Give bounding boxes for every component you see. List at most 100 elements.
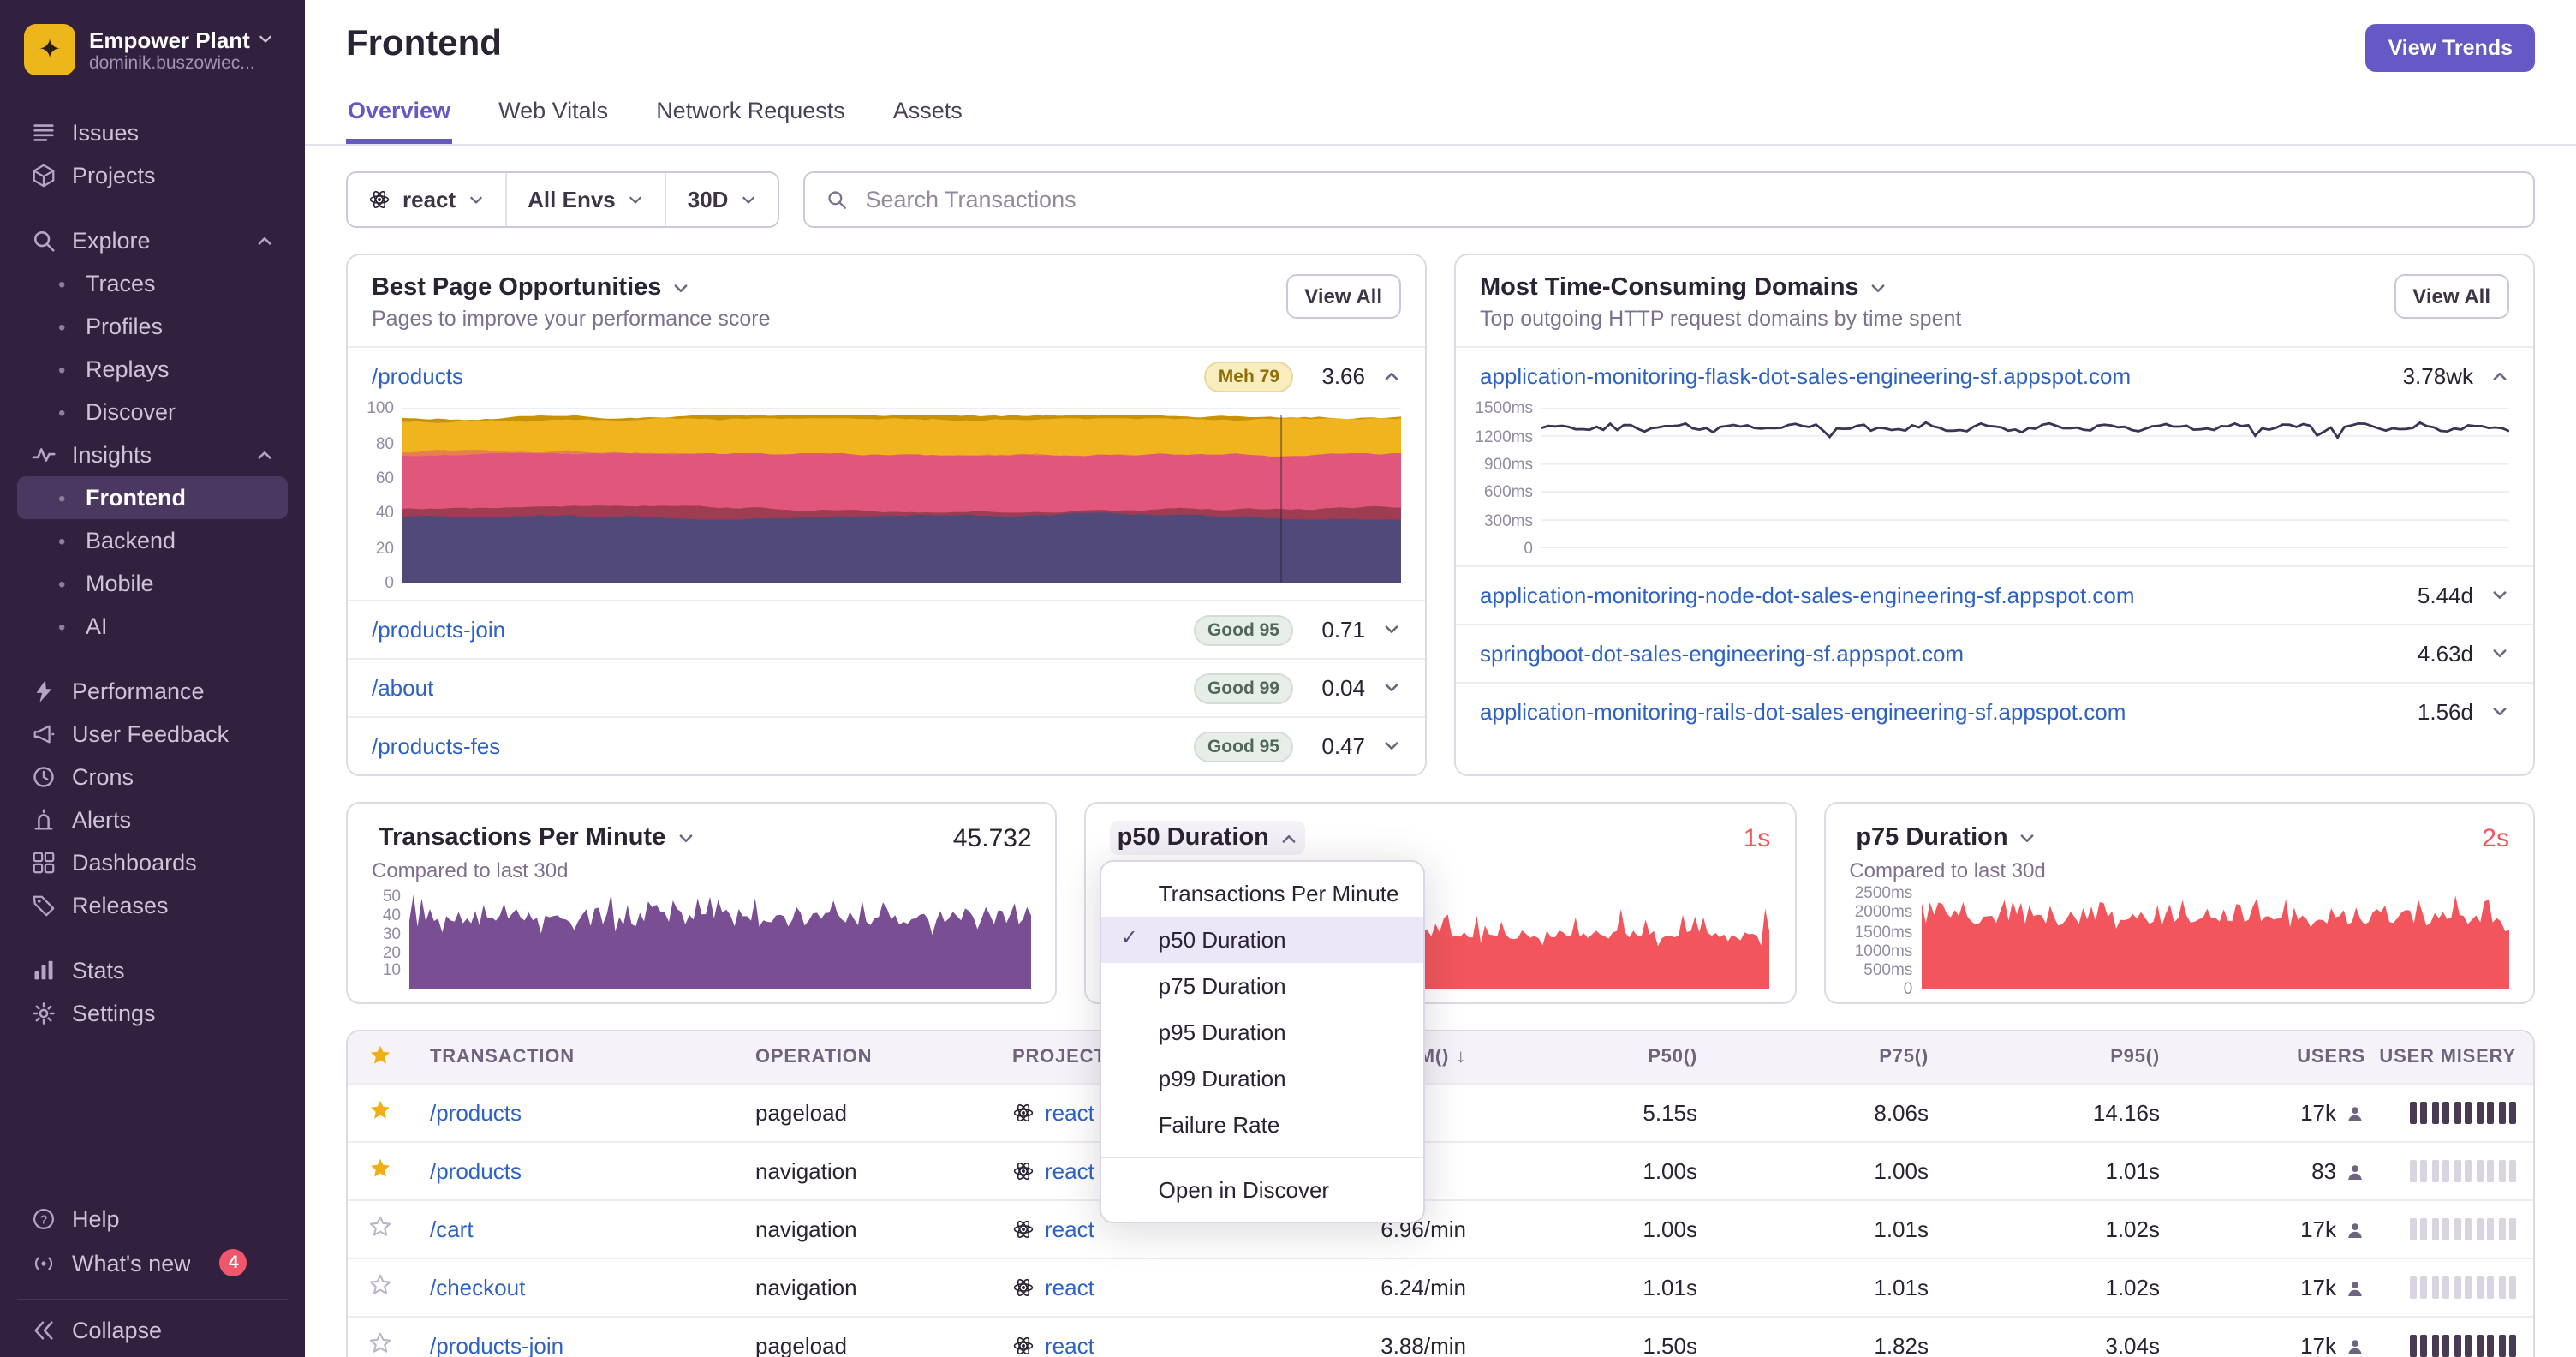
sidebar-item-performance[interactable]: Performance bbox=[17, 670, 288, 713]
sidebar-item-issues[interactable]: Issues bbox=[17, 111, 288, 154]
domain-row[interactable]: springboot-dot-sales-engineering-sf.apps… bbox=[1456, 624, 2533, 682]
p50-cell: 5.15s bbox=[1643, 1100, 1697, 1127]
menu-item-p50-duration[interactable]: ✓ p50 Duration bbox=[1101, 917, 1424, 964]
sidebar-item-insights[interactable]: Insights bbox=[17, 433, 288, 476]
p75-cell: 1.00s bbox=[1874, 1158, 1929, 1185]
environment-filter[interactable]: All Envs bbox=[505, 173, 665, 227]
sidebar-item-frontend[interactable]: • Frontend bbox=[17, 476, 288, 519]
domains-title[interactable]: Most Time-Consuming Domains bbox=[1480, 274, 1961, 302]
date-range-filter[interactable]: 30D bbox=[665, 173, 778, 227]
sidebar-item-mobile[interactable]: • Mobile bbox=[17, 562, 288, 605]
sidebar-item-user-feedback[interactable]: User Feedback bbox=[17, 713, 288, 756]
star-column-header[interactable] bbox=[368, 1043, 430, 1072]
domain-link[interactable]: springboot-dot-sales-engineering-sf.apps… bbox=[1480, 641, 1964, 667]
person-icon bbox=[2345, 1219, 2365, 1240]
col-header-users[interactable]: USERS bbox=[2160, 1047, 2365, 1067]
tab-overview[interactable]: Overview bbox=[346, 89, 453, 144]
tab-web-vitals[interactable]: Web Vitals bbox=[497, 89, 610, 144]
sidebar-item-what-s-new[interactable]: What's new 4 bbox=[17, 1240, 288, 1285]
domain-row[interactable]: application-monitoring-rails-dot-sales-e… bbox=[1456, 682, 2533, 740]
project-link[interactable]: react bbox=[1045, 1275, 1094, 1300]
col-header-p50[interactable]: P50() bbox=[1466, 1047, 1697, 1067]
star-toggle[interactable] bbox=[368, 1331, 430, 1357]
project-filter[interactable]: react bbox=[348, 173, 506, 227]
project-link[interactable]: react bbox=[1045, 1333, 1094, 1357]
sidebar-item-traces[interactable]: • Traces bbox=[17, 262, 288, 305]
sidebar-item-explore[interactable]: Explore bbox=[17, 219, 288, 262]
sidebar-item-replays[interactable]: • Replays bbox=[17, 348, 288, 391]
best-pages-view-all-button[interactable]: View All bbox=[1285, 274, 1401, 320]
domains-view-all-button[interactable]: View All bbox=[2394, 274, 2509, 320]
domain-link[interactable]: application-monitoring-rails-dot-sales-e… bbox=[1480, 699, 2126, 725]
sidebar-item-ai[interactable]: • AI bbox=[17, 605, 288, 648]
best-page-row[interactable]: /products-join Good 95 0.71 bbox=[348, 600, 1425, 658]
tab-assets[interactable]: Assets bbox=[891, 89, 964, 144]
project-link[interactable]: react bbox=[1045, 1158, 1094, 1184]
page-link[interactable]: /about bbox=[372, 675, 433, 701]
search-input[interactable] bbox=[862, 185, 2513, 215]
project-link[interactable]: react bbox=[1045, 1217, 1094, 1242]
sidebar-item-dashboards[interactable]: Dashboards bbox=[17, 841, 288, 884]
bullet-icon: • bbox=[58, 357, 66, 381]
menu-item-open-in-discover[interactable]: Open in Discover bbox=[1102, 1167, 1424, 1213]
whatsnew-icon bbox=[31, 1250, 57, 1276]
org-switcher[interactable]: ✦ Empower Plant dominik.buszowiec... bbox=[17, 17, 288, 89]
p95-cell: 1.02s bbox=[2105, 1217, 2160, 1243]
domain-link[interactable]: application-monitoring-flask-dot-sales-e… bbox=[1480, 363, 2131, 389]
menu-item-p95-duration[interactable]: p95 Duration bbox=[1102, 1009, 1424, 1055]
domain-link[interactable]: application-monitoring-node-dot-sales-en… bbox=[1480, 583, 2135, 608]
best-page-row[interactable]: /products Meh 79 3.66 bbox=[348, 346, 1425, 404]
transaction-link[interactable]: /checkout bbox=[430, 1275, 525, 1300]
sidebar-item-help[interactable]: Help bbox=[17, 1196, 288, 1240]
star-o-icon bbox=[368, 1273, 392, 1297]
domain-time-spent: 4.63d bbox=[2417, 641, 2473, 667]
menu-item-transactions-per-minute[interactable]: Transactions Per Minute bbox=[1102, 870, 1424, 917]
transaction-link[interactable]: /products bbox=[430, 1100, 522, 1126]
col-header-user-misery[interactable]: USER MISERY bbox=[2365, 1047, 2516, 1067]
sidebar-item-label: Collapse bbox=[72, 1317, 163, 1342]
best-page-row[interactable]: /about Good 99 0.04 bbox=[348, 658, 1425, 716]
menu-item-p99-duration[interactable]: p99 Duration bbox=[1102, 1055, 1424, 1102]
view-trends-button[interactable]: View Trends bbox=[2365, 24, 2535, 72]
star-toggle[interactable] bbox=[368, 1215, 430, 1244]
sidebar-item-profiles[interactable]: • Profiles bbox=[17, 305, 288, 348]
user-misery-bars bbox=[2365, 1335, 2516, 1357]
page-link[interactable]: /products bbox=[372, 363, 463, 389]
star-toggle[interactable] bbox=[368, 1098, 430, 1127]
users-cell: 17k bbox=[2160, 1333, 2365, 1357]
col-header-p75[interactable]: P75() bbox=[1697, 1047, 1929, 1067]
p75-metric-selector[interactable]: p75 Duration bbox=[1849, 821, 2043, 855]
menu-item-failure-rate[interactable]: Failure Rate bbox=[1102, 1102, 1424, 1148]
bullet-icon: • bbox=[58, 272, 66, 296]
menu-item-p75-duration[interactable]: p75 Duration bbox=[1102, 963, 1424, 1009]
transaction-link[interactable]: /products bbox=[430, 1158, 522, 1184]
transaction-link[interactable]: /products-join bbox=[430, 1333, 564, 1357]
sidebar-item-crons[interactable]: Crons bbox=[17, 756, 288, 798]
sidebar-item-stats[interactable]: Stats bbox=[17, 949, 288, 992]
sidebar-item-backend[interactable]: • Backend bbox=[17, 519, 288, 562]
sidebar-item-collapse[interactable]: Collapse bbox=[17, 1299, 288, 1343]
col-header-operation[interactable]: OPERATION bbox=[755, 1047, 1012, 1067]
tpm-metric-selector[interactable]: Transactions Per Minute bbox=[372, 821, 701, 855]
col-header-p95[interactable]: P95() bbox=[1929, 1047, 2160, 1067]
star-toggle[interactable] bbox=[368, 1273, 430, 1302]
star-toggle[interactable] bbox=[368, 1157, 430, 1186]
p50-metric-selector[interactable]: p50 Duration bbox=[1110, 821, 1305, 856]
sidebar-item-discover[interactable]: • Discover bbox=[17, 391, 288, 433]
sidebar-item-settings[interactable]: Settings bbox=[17, 992, 288, 1035]
page-link[interactable]: /products-join bbox=[372, 617, 505, 643]
best-pages-title[interactable]: Best Page Opportunities bbox=[372, 274, 771, 302]
best-page-row[interactable]: /products-fes Good 95 0.47 bbox=[348, 716, 1425, 774]
person-icon bbox=[2345, 1161, 2365, 1181]
tab-network-requests[interactable]: Network Requests bbox=[654, 89, 847, 144]
col-header-transaction[interactable]: TRANSACTION bbox=[430, 1047, 755, 1067]
sidebar-item-projects[interactable]: Projects bbox=[17, 154, 288, 197]
project-link[interactable]: react bbox=[1045, 1100, 1094, 1126]
domain-row[interactable]: application-monitoring-node-dot-sales-en… bbox=[1456, 565, 2533, 624]
sidebar-item-alerts[interactable]: Alerts bbox=[17, 798, 288, 841]
sidebar-item-releases[interactable]: Releases bbox=[17, 884, 288, 927]
transaction-link[interactable]: /cart bbox=[430, 1217, 474, 1242]
domain-row[interactable]: application-monitoring-flask-dot-sales-e… bbox=[1456, 346, 2533, 404]
page-link[interactable]: /products-fes bbox=[372, 733, 500, 759]
p75-cell: 8.06s bbox=[1874, 1100, 1929, 1127]
